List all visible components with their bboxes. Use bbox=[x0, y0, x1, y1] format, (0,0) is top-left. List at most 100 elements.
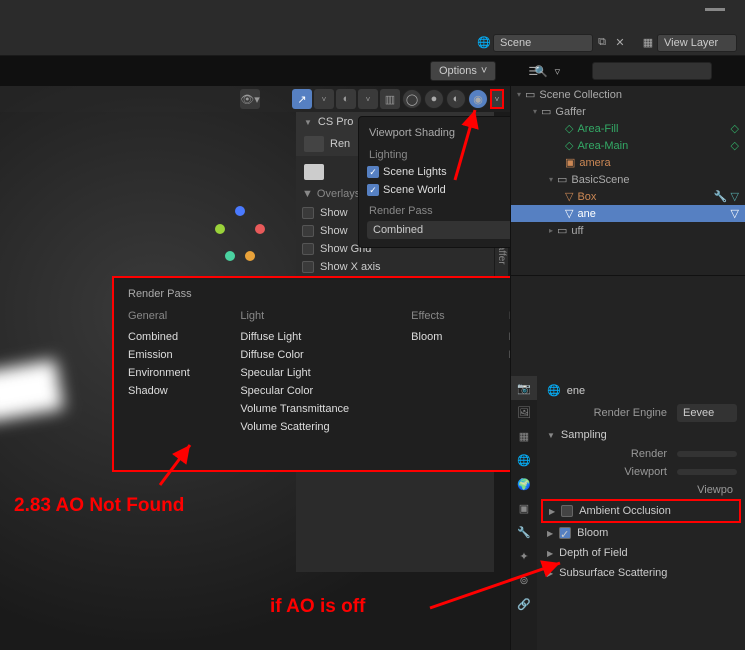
viewport-header: 👁▾ ↗ ˅ ◐ ˅ ▥ ◯ ● ◐ ◉ ˅ bbox=[0, 86, 510, 112]
annotation-ao-not-found: 2.83 AO Not Found bbox=[14, 495, 184, 517]
gizmo-x-axis[interactable] bbox=[255, 224, 265, 234]
gizmo-toggle-icon[interactable]: ↗ bbox=[292, 89, 312, 109]
particle-tab-icon[interactable]: ✦ bbox=[511, 544, 537, 568]
collection-icon: ▭ bbox=[541, 105, 551, 118]
light-icon: ◇ bbox=[565, 139, 573, 152]
modifier-icon: 🔧 ▽ bbox=[714, 190, 739, 203]
render-pass-environment[interactable]: Environment bbox=[128, 364, 230, 382]
outliner-item-active[interactable]: ▽ ane ▽ bbox=[511, 205, 745, 222]
mesh-icon: ▽ bbox=[565, 207, 573, 220]
outliner-item[interactable]: ▽ Box 🔧 ▽ bbox=[511, 188, 745, 205]
gizmo-y-axis[interactable] bbox=[215, 224, 225, 234]
overlay-toggle-icon[interactable]: ◐ bbox=[336, 89, 356, 109]
triangle-right-icon: ▶ bbox=[549, 507, 555, 516]
outliner-search[interactable] bbox=[592, 62, 712, 80]
nav-gizmo[interactable] bbox=[210, 206, 270, 266]
outliner-item[interactable]: ◇ Area-Main ◇ bbox=[511, 137, 745, 154]
properties-tabs: 📷 🖼 ▦ 🌐 🌍 ▣ 🔧 ✦ ⊚ 🔗 bbox=[511, 376, 537, 650]
gizmo-axis-dot[interactable] bbox=[225, 251, 235, 261]
triangle-icon: ▾ bbox=[549, 175, 553, 184]
physics-tab-icon[interactable]: ⊚ bbox=[511, 568, 537, 592]
triangle-icon: ▾ bbox=[517, 90, 521, 99]
triangle-right-icon: ▶ bbox=[547, 569, 553, 578]
wireframe-shading-icon[interactable]: ◯ bbox=[402, 89, 422, 109]
outliner-item[interactable]: ▾▭ Gaffer bbox=[511, 103, 745, 120]
outliner[interactable]: ▾▭ Scene Collection ▾▭ Gaffer ◇ Area-Fil… bbox=[511, 86, 745, 276]
rendered-object bbox=[0, 359, 64, 422]
render-engine-label: Render Engine bbox=[545, 407, 671, 419]
render-pass-diffuse-light[interactable]: Diffuse Light bbox=[240, 328, 401, 346]
render-pass-combined[interactable]: Combined bbox=[128, 328, 230, 346]
second-bar: Options ˅ ☰ ▿ 🔍 bbox=[430, 58, 745, 84]
render-pass-emission[interactable]: Emission bbox=[128, 346, 230, 364]
light-data-icon: ◇ bbox=[731, 122, 739, 135]
render-pass-bloom[interactable]: Bloom bbox=[411, 328, 499, 346]
checkbox-icon[interactable] bbox=[302, 225, 314, 237]
checkbox-icon[interactable] bbox=[302, 261, 314, 273]
constraints-tab-icon[interactable]: 🔗 bbox=[511, 592, 537, 616]
overlay-chevron-icon[interactable]: ˅ bbox=[358, 89, 378, 109]
options-label: Options bbox=[439, 65, 477, 77]
scene-tab-icon[interactable]: 🌐 bbox=[511, 448, 537, 472]
viewport-samples-field[interactable] bbox=[677, 469, 737, 475]
sss-section[interactable]: ▶Subsurface Scattering bbox=[541, 563, 741, 583]
outliner-item[interactable]: ▾▭ BasicScene bbox=[511, 171, 745, 188]
viewlayer-tab-icon[interactable]: ▦ bbox=[511, 424, 537, 448]
list-icon bbox=[304, 164, 324, 180]
render-samples-field[interactable] bbox=[677, 451, 737, 457]
modifier-tab-icon[interactable]: 🔧 bbox=[511, 520, 537, 544]
solid-shading-icon[interactable]: ● bbox=[424, 89, 444, 109]
render-pass-volume-scattering[interactable]: Volume Scattering bbox=[240, 418, 401, 436]
shading-dropdown-arrow[interactable]: ˅ bbox=[490, 89, 504, 109]
outliner-collection[interactable]: ▾▭ Scene Collection bbox=[511, 86, 745, 103]
ambient-occlusion-section[interactable]: ▶Ambient Occlusion bbox=[541, 499, 741, 523]
mesh-icon: ▽ bbox=[565, 190, 573, 203]
sampling-section[interactable]: ▼Sampling bbox=[541, 425, 741, 445]
bloom-checkbox[interactable]: ✓ bbox=[559, 527, 571, 539]
checkbox-icon[interactable] bbox=[302, 243, 314, 255]
render-pass-diffuse-color[interactable]: Diffuse Color bbox=[240, 346, 401, 364]
bloom-section[interactable]: ▶✓Bloom bbox=[541, 523, 741, 543]
rendered-shading-icon[interactable]: ◉ bbox=[468, 89, 488, 109]
gizmo-z-axis[interactable] bbox=[235, 206, 245, 216]
render-pass-specular-color[interactable]: Specular Color bbox=[240, 382, 401, 400]
viewlayer-field[interactable] bbox=[657, 34, 737, 52]
triangle-down-icon: ▼ bbox=[302, 188, 313, 200]
object-tab-icon[interactable]: ▣ bbox=[511, 496, 537, 520]
collection-icon: ▭ bbox=[525, 88, 535, 101]
xray-toggle-icon[interactable]: ▥ bbox=[380, 89, 400, 109]
top-bar: 🌐 ⧉ ✕ ▦ bbox=[0, 30, 745, 56]
output-tab-icon[interactable]: 🖼 bbox=[511, 400, 537, 424]
scene-breadcrumb[interactable]: 🌐ene bbox=[541, 380, 741, 401]
check-icon: ✓ bbox=[367, 184, 379, 196]
visibility-dropdown-icon[interactable]: 👁▾ bbox=[240, 89, 260, 109]
window-minimize-icon[interactable] bbox=[705, 8, 725, 11]
right-pane: ▾▭ Scene Collection ▾▭ Gaffer ◇ Area-Fil… bbox=[510, 86, 745, 650]
render-pass-specular-light[interactable]: Specular Light bbox=[240, 364, 401, 382]
copy-scene-icon[interactable]: ⧉ bbox=[593, 34, 611, 52]
world-tab-icon[interactable]: 🌍 bbox=[511, 472, 537, 496]
triangle-down-icon: ▼ bbox=[304, 118, 312, 127]
outliner-item[interactable]: ◇ Area-Fill ◇ bbox=[511, 120, 745, 137]
cspro-label: CS Pro bbox=[318, 116, 353, 128]
properties-panel: 📷 🖼 ▦ 🌐 🌍 ▣ 🔧 ✦ ⊚ 🔗 🌐ene Render Engine E… bbox=[511, 376, 745, 650]
check-icon: ✓ bbox=[367, 166, 379, 178]
dof-section[interactable]: ▶Depth of Field bbox=[541, 543, 741, 563]
gizmo-axis-dot[interactable] bbox=[245, 251, 255, 261]
matprev-shading-icon[interactable]: ◐ bbox=[446, 89, 466, 109]
checkbox-icon[interactable] bbox=[302, 207, 314, 219]
outliner-item[interactable]: ▸▭ uff bbox=[511, 222, 745, 239]
show-x-row[interactable]: Show X axis bbox=[296, 258, 494, 276]
render-tab-icon[interactable]: 📷 bbox=[511, 376, 537, 400]
gizmo-chevron-icon[interactable]: ˅ bbox=[314, 89, 334, 109]
render-pass-volume-transmittance[interactable]: Volume Transmittance bbox=[240, 400, 401, 418]
ao-checkbox[interactable] bbox=[561, 505, 573, 517]
render-engine-dropdown[interactable]: Eevee bbox=[677, 404, 737, 422]
close-scene-icon[interactable]: ✕ bbox=[611, 34, 629, 52]
options-button[interactable]: Options ˅ bbox=[430, 61, 496, 81]
filter-icon[interactable]: ▿ bbox=[548, 62, 566, 80]
outliner-item[interactable]: ▣ amera bbox=[511, 154, 745, 171]
render-pass-shadow[interactable]: Shadow bbox=[128, 382, 230, 400]
light-col-head: Light bbox=[240, 310, 401, 322]
scene-name-field[interactable] bbox=[493, 34, 593, 52]
